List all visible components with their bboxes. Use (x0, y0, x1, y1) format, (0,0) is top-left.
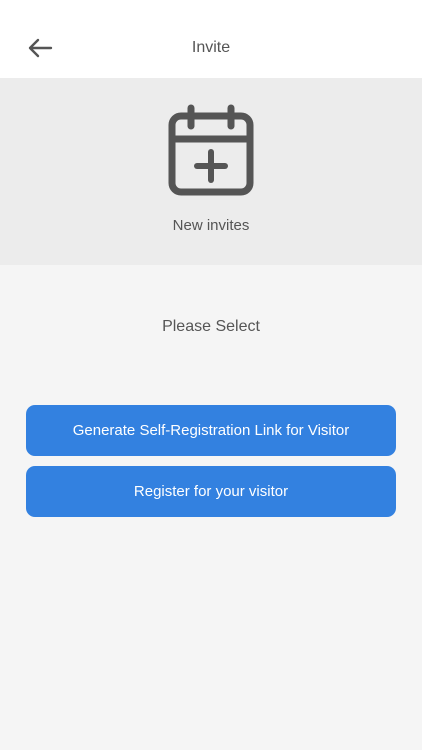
calendar-plus-icon (168, 104, 254, 196)
new-invites-label: New invites (172, 217, 250, 234)
new-invites-banner: New invites (0, 78, 422, 265)
register-visitor-button[interactable]: Register for your visitor (26, 466, 396, 517)
generate-self-registration-link-button[interactable]: Generate Self-Registration Link for Visi… (26, 405, 396, 456)
page-title: Invite (191, 39, 231, 56)
generate-self-registration-link-label: Generate Self-Registration Link for Visi… (72, 422, 350, 439)
top-nav-bar: Invite (0, 0, 422, 78)
register-visitor-label: Register for your visitor (133, 483, 289, 500)
select-prompt: Please Select (162, 318, 260, 335)
